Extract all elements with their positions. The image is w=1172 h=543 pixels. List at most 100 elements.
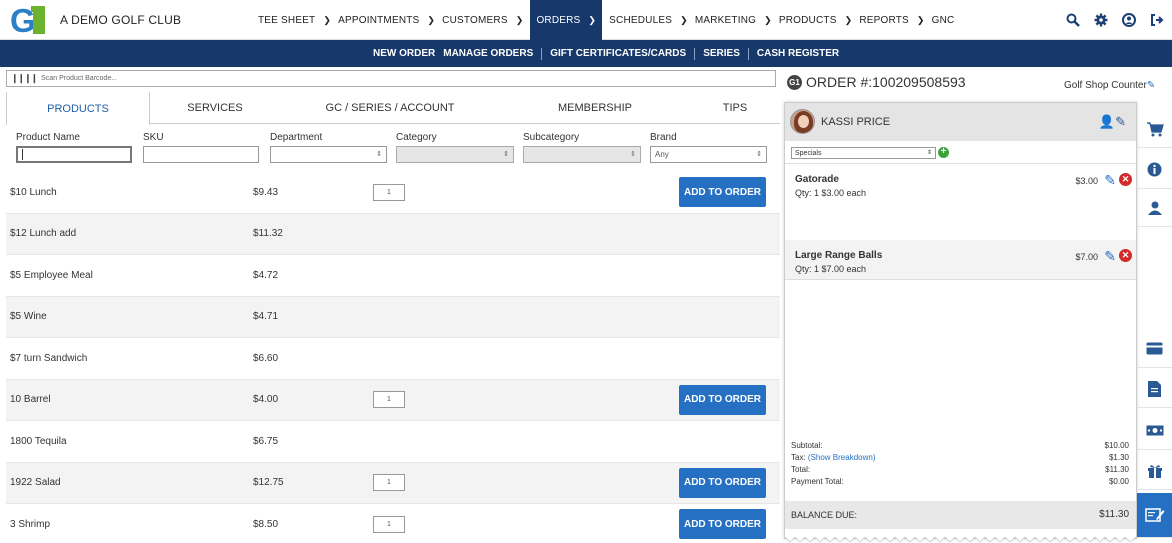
location-label: Golf Shop Counter xyxy=(1064,80,1147,91)
brand-select[interactable]: Any ⇕ xyxy=(650,146,767,163)
subnav-new-order[interactable]: NEW ORDER xyxy=(373,48,435,59)
logout-icon[interactable] xyxy=(1150,13,1164,27)
category-select[interactable]: ⇕ xyxy=(396,146,514,163)
add-to-order-button[interactable]: ADD TO ORDER xyxy=(679,384,766,415)
pencil-icon[interactable]: ✎ xyxy=(1147,80,1155,91)
menu-reports[interactable]: REPORTS ❯ xyxy=(859,0,931,40)
tab-membership[interactable]: MEMBERSHIP xyxy=(500,91,690,124)
product-name: $5 Wine xyxy=(10,311,47,323)
edit-pencil-icon[interactable]: ✎ xyxy=(1104,172,1116,189)
product-row: $5 Wine $4.71 xyxy=(6,296,780,338)
menu-tee-sheet[interactable]: TEE SHEET ❯ xyxy=(258,0,338,40)
menu-marketing[interactable]: MARKETING ❯ xyxy=(695,0,779,40)
avatar xyxy=(790,109,815,134)
remove-item-icon[interactable]: ✕ xyxy=(1119,173,1132,186)
menu-label: TEE SHEET xyxy=(258,14,316,26)
menu-schedules[interactable]: SCHEDULES ❯ xyxy=(609,0,695,40)
product-row: 3 Shrimp $8.50 1 ADD TO ORDER xyxy=(6,504,780,543)
divider xyxy=(785,279,1136,280)
user-icon[interactable] xyxy=(1137,189,1172,227)
edit-order-icon[interactable] xyxy=(1137,493,1172,538)
text-cursor xyxy=(22,149,23,160)
quantity-input[interactable]: 1 xyxy=(373,474,405,492)
edit-pencil-icon[interactable]: ✎ xyxy=(1104,248,1116,265)
product-row: 1922 Salad $12.75 1 ADD TO ORDER xyxy=(6,462,780,504)
tab-services[interactable]: SERVICES xyxy=(150,91,280,124)
select-arrows-icon: ⇕ xyxy=(756,151,762,158)
specials-select[interactable]: Specials ⇕ xyxy=(791,147,936,159)
cart-icon[interactable] xyxy=(1137,110,1172,148)
remove-item-icon[interactable]: ✕ xyxy=(1119,249,1132,262)
add-to-order-button[interactable]: ADD TO ORDER xyxy=(679,177,766,208)
customer-actions: 👤✎ xyxy=(1099,114,1126,130)
menu-gnc[interactable]: GNC xyxy=(932,0,962,40)
item-detail: Qty: 1 $7.00 each xyxy=(795,264,867,274)
order-number: ORDER #:100209508593 xyxy=(806,74,966,90)
subnav-gift-certificates[interactable]: GIFT CERTIFICATES/CARDS xyxy=(550,48,686,59)
chevron-down-icon: ❯ xyxy=(844,14,853,25)
cash-icon[interactable] xyxy=(1137,412,1172,450)
subtotal-value: $10.00 xyxy=(1104,441,1129,450)
product-name-input[interactable] xyxy=(16,146,132,163)
order-totals: Subtotal: $10.00 Tax: (Show Breakdown) $… xyxy=(785,441,1136,489)
tax-label: Tax: xyxy=(791,453,806,462)
g1-logo[interactable]: G xyxy=(8,2,48,38)
item-price: $3.00 xyxy=(1075,176,1098,186)
divider xyxy=(747,47,749,60)
menu-products[interactable]: PRODUCTS ❯ xyxy=(779,0,859,40)
subnav-cash-register[interactable]: CASH REGISTER xyxy=(757,48,839,59)
quantity-input[interactable]: 1 xyxy=(373,391,405,409)
menu-customers[interactable]: CUSTOMERS ❯ xyxy=(442,0,530,40)
user-icon[interactable] xyxy=(1122,13,1136,27)
product-price: $4.71 xyxy=(253,311,279,323)
subnav-manage-orders[interactable]: MANAGE ORDERS xyxy=(443,48,533,59)
gear-icon[interactable] xyxy=(1094,13,1108,27)
product-name: $12 Lunch add xyxy=(10,228,77,240)
quantity-input[interactable]: 1 xyxy=(373,183,405,201)
order-location[interactable]: Golf Shop Counter✎ xyxy=(1064,80,1155,91)
add-special-icon[interactable]: + xyxy=(938,147,949,158)
user-icon[interactable]: 👤 xyxy=(1099,114,1115,129)
select-arrows-icon: ⇕ xyxy=(630,151,636,158)
pencil-icon[interactable]: ✎ xyxy=(1115,114,1126,129)
order-header: G1 ORDER #:100209508593 xyxy=(787,74,966,90)
gift-icon[interactable] xyxy=(1137,452,1172,490)
tab-products[interactable]: PRODUCTS xyxy=(6,91,150,125)
add-to-order-button[interactable]: ADD TO ORDER xyxy=(679,509,766,540)
tab-gc-series-account[interactable]: GC / SERIES / ACCOUNT xyxy=(280,91,500,124)
tab-tips[interactable]: TIPS xyxy=(690,91,780,124)
product-price: $9.43 xyxy=(253,186,279,198)
divider xyxy=(541,47,543,60)
credit-card-icon[interactable] xyxy=(1137,330,1172,368)
balance-due-row: BALANCE DUE: $11.30 xyxy=(785,501,1136,529)
sku-input[interactable] xyxy=(143,146,259,163)
search-icon[interactable] xyxy=(1066,13,1080,27)
document-icon[interactable] xyxy=(1137,370,1172,408)
brand-value: Any xyxy=(655,150,669,159)
info-icon[interactable] xyxy=(1137,151,1172,189)
barcode-input[interactable]: ❙❙❙❙ Scan Product Barcode... xyxy=(6,70,776,87)
department-select[interactable]: ⇕ xyxy=(270,146,387,163)
subcategory-select[interactable]: ⇕ xyxy=(523,146,641,163)
item-price: $7.00 xyxy=(1075,252,1098,262)
menu-label: MARKETING xyxy=(694,14,757,26)
product-price: $11.32 xyxy=(253,228,283,240)
specials-value: Specials xyxy=(795,149,822,157)
chevron-down-icon: ❯ xyxy=(588,14,597,25)
subnav-series[interactable]: SERIES xyxy=(703,48,740,59)
add-to-order-button[interactable]: ADD TO ORDER xyxy=(679,467,766,498)
select-arrows-icon: ⇕ xyxy=(503,151,509,158)
barcode-icon: ❙❙❙❙ xyxy=(11,73,38,83)
menu-orders[interactable]: ORDERS ❯ xyxy=(530,0,603,40)
show-breakdown-link[interactable]: (Show Breakdown) xyxy=(808,453,876,462)
receipt-edge xyxy=(785,537,1136,543)
menu-label: APPOINTMENTS xyxy=(338,14,420,26)
subcategory-label: Subcategory xyxy=(523,132,580,143)
menu-appointments[interactable]: APPOINTMENTS ❯ xyxy=(338,0,442,40)
payment-total-row: Payment Total: $0.00 xyxy=(785,477,1136,489)
payment-total-label: Payment Total: xyxy=(791,477,844,486)
quantity-input[interactable]: 1 xyxy=(373,515,405,533)
order-panel: KASSI PRICE 👤✎ Specials ⇕ + Gatorade Qty… xyxy=(784,102,1137,543)
order-line-item: Gatorade Qty: 1 $3.00 each $3.00 ✎ ✕ xyxy=(785,164,1136,240)
product-row: $5 Employee Meal $4.72 xyxy=(6,255,780,297)
